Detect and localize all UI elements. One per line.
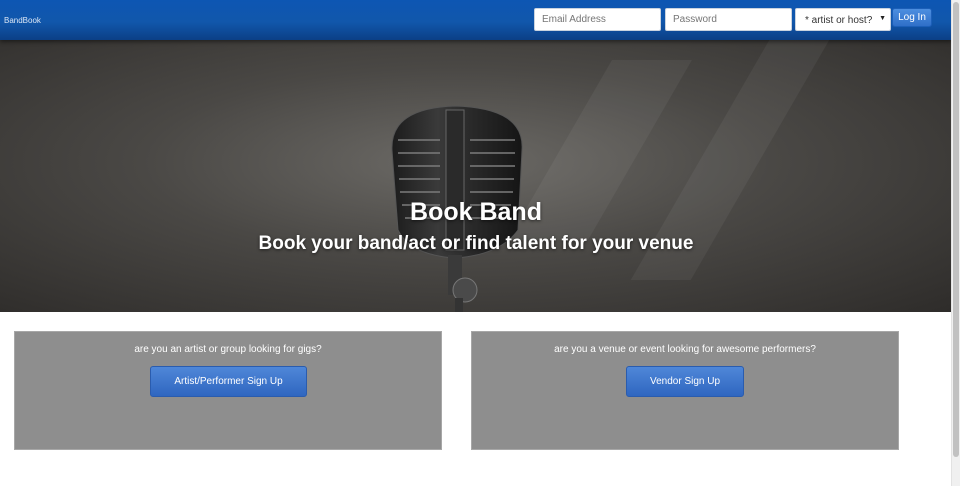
- microphone-image: [391, 105, 523, 312]
- role-select[interactable]: * artist or host? ▼: [795, 8, 891, 31]
- password-field[interactable]: [665, 8, 792, 31]
- login-button[interactable]: Log In: [892, 8, 932, 27]
- scrollbar-thumb[interactable]: [953, 2, 959, 457]
- hero-banner: Book Band Book your band/act or find tal…: [0, 40, 952, 312]
- chevron-down-icon: ▼: [879, 15, 886, 22]
- hero-title: Book Band: [410, 198, 542, 226]
- top-navbar: BandBook * artist or host? ▼ Log In: [0, 0, 952, 40]
- hero-subtitle: Book your band/act or find talent for yo…: [258, 233, 694, 254]
- artist-signup-button[interactable]: Artist/Performer Sign Up: [150, 366, 307, 397]
- vertical-scrollbar[interactable]: [951, 0, 960, 486]
- brand-link[interactable]: BandBook: [4, 16, 41, 25]
- vendor-signup-card: are you a venue or event looking for awe…: [471, 331, 899, 450]
- role-select-value: * artist or host?: [805, 15, 873, 26]
- vendor-signup-button[interactable]: Vendor Sign Up: [626, 366, 744, 397]
- artist-question: are you an artist or group looking for g…: [134, 344, 322, 355]
- artist-signup-card: are you an artist or group looking for g…: [14, 331, 442, 450]
- email-field[interactable]: [534, 8, 661, 31]
- vendor-question: are you a venue or event looking for awe…: [554, 344, 816, 355]
